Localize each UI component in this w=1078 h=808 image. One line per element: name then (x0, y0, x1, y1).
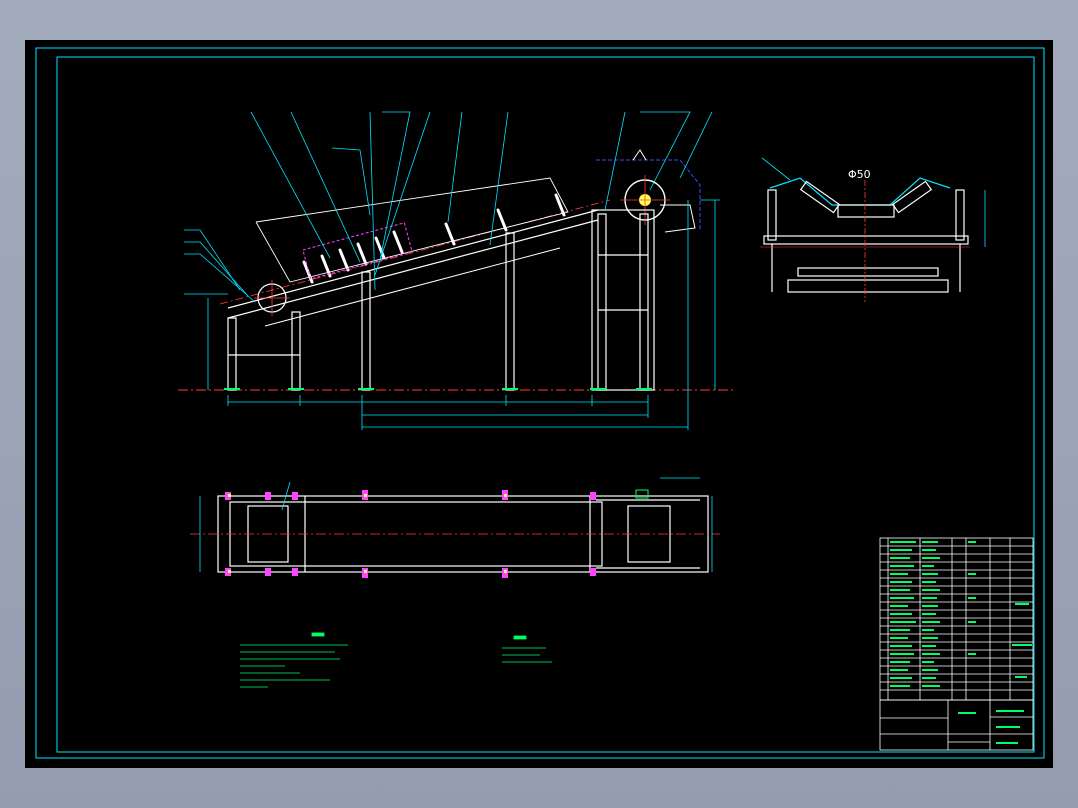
section-diameter-label: Φ50 (848, 168, 871, 181)
elevation-dimensions (207, 199, 720, 430)
elevation-view (178, 111, 735, 430)
leader-lines (184, 111, 713, 303)
loading-chute (302, 222, 413, 280)
table-text-marks (890, 541, 1032, 744)
plan-view (190, 477, 720, 578)
head-support (591, 209, 655, 391)
belt-lower (227, 219, 599, 319)
drawing-sheet[interactable]: Φ50 (25, 40, 1053, 768)
troughed-belt (769, 177, 951, 206)
parts-list-table (879, 537, 1034, 701)
drawing-canvas: Φ50 (35, 47, 1045, 759)
belt-upper (227, 209, 599, 309)
outer-frame (35, 47, 1045, 759)
section-view: Φ50 (760, 157, 986, 302)
notes-block (240, 632, 552, 688)
belt-centerline (219, 199, 611, 305)
cad-viewer: Φ50 (0, 0, 1078, 808)
